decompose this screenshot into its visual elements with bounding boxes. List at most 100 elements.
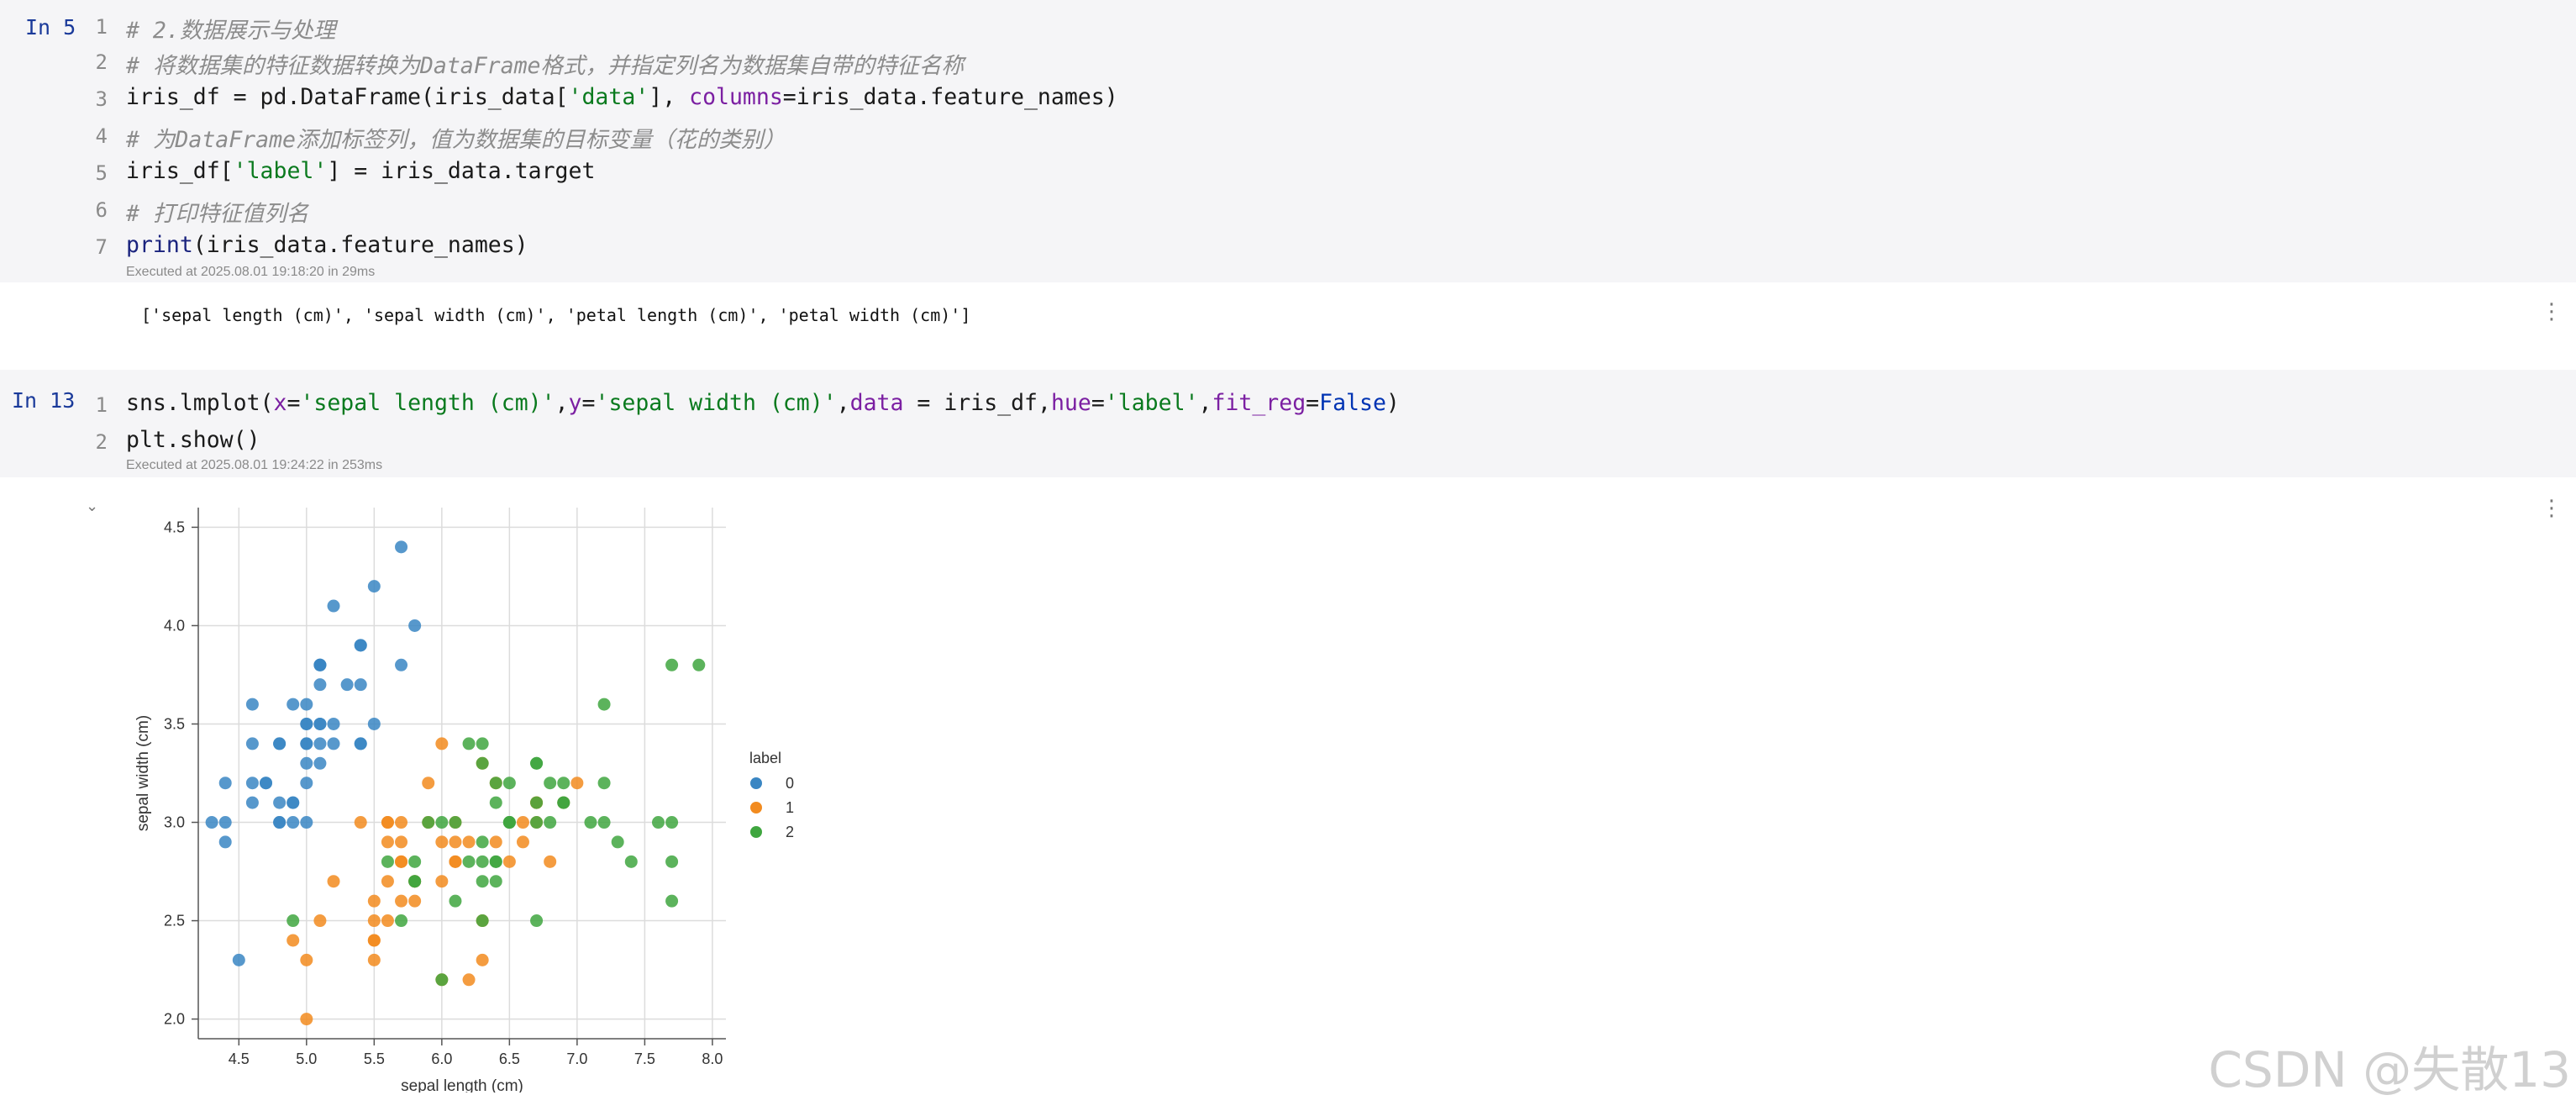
code-line[interactable]: iris_df = pd.DataFrame(iris_data['data']… <box>126 84 1118 110</box>
x-tick-label: 5.0 <box>296 1050 317 1067</box>
code-cell-1-input[interactable]: In 5 1 # 2.数据展示与处理 2 # 将数据集的特征数据转换为DataFram… <box>0 0 2576 282</box>
point-label-0 <box>245 698 259 711</box>
code-token: # 打印特征值列名 <box>126 201 309 227</box>
code-line[interactable]: sns.lmplot(x='sepal length (cm)',y='sepa… <box>126 390 1400 416</box>
code-token: , <box>1198 390 1212 416</box>
point-label-1 <box>381 816 394 829</box>
y-tick-label: 2.0 <box>164 1011 185 1028</box>
point-label-0 <box>354 678 367 692</box>
code-token: sns.lmplot( <box>126 390 274 416</box>
code-token: 'label' <box>1104 390 1199 416</box>
point-label-2 <box>422 816 435 829</box>
line-number: 3 <box>95 87 108 111</box>
code-line[interactable]: print(iris_data.feature_names) <box>126 232 528 258</box>
point-label-2 <box>557 796 570 809</box>
point-label-1 <box>381 835 394 849</box>
code-line[interactable]: iris_df['label'] = iris_data.target <box>126 158 595 184</box>
point-label-0 <box>232 953 245 966</box>
x-tick-label: 7.5 <box>634 1050 655 1067</box>
point-label-2 <box>489 875 502 888</box>
cell-1-prompt: In 5 <box>25 15 76 39</box>
point-label-0 <box>245 777 259 790</box>
point-label-2 <box>665 855 679 868</box>
code-cell-2-input[interactable]: In 13 1 sns.lmplot(x = 'sepal length (cm)',… <box>0 370 2576 477</box>
point-label-0 <box>313 678 327 692</box>
legend-marker-0 <box>750 777 762 789</box>
point-label-2 <box>624 855 638 868</box>
legend-label: 1 <box>786 799 794 816</box>
point-label-2 <box>665 816 679 829</box>
legend-marker-1 <box>750 802 762 814</box>
point-label-2 <box>381 855 394 868</box>
point-label-1 <box>435 835 449 849</box>
line-number: 2 <box>95 430 108 454</box>
point-label-0 <box>313 756 327 770</box>
scatter-plot: 4.5 5.0 5.5 6.0 6.5 7.0 7.5 8.0 2.0 2.5 3.0 3.5 4.0 4… <box>134 508 794 1093</box>
point-label-0 <box>300 756 313 770</box>
point-label-0 <box>395 540 408 554</box>
point-label-2 <box>530 796 544 809</box>
point-label-0 <box>260 777 273 790</box>
point-label-0 <box>273 737 287 750</box>
code-token: 'label' <box>233 158 328 184</box>
point-label-1 <box>570 777 584 790</box>
line-number: 1 <box>95 393 108 417</box>
point-label-2 <box>544 777 557 790</box>
legend-title: label <box>749 750 781 766</box>
point-label-1 <box>462 835 476 849</box>
point-label-0 <box>205 816 218 829</box>
point-label-1 <box>449 835 462 849</box>
code-token: 'sepal length (cm)' <box>300 390 555 416</box>
point-label-0 <box>340 678 354 692</box>
point-label-0 <box>313 737 327 750</box>
code-line[interactable]: # 2.数据展示与处理 <box>126 12 335 45</box>
point-label-1 <box>395 835 408 849</box>
point-label-1 <box>381 875 394 888</box>
point-label-2 <box>476 875 489 888</box>
code-token: x <box>273 390 287 416</box>
point-label-2 <box>502 777 516 790</box>
point-label-1 <box>462 973 476 987</box>
more-options-icon[interactable]: ⋮ <box>2541 301 2563 323</box>
code-token: ] = iris_data.target <box>327 158 596 184</box>
code-token: iris_df = pd.DataFrame(iris_data[ <box>126 84 569 110</box>
code-token: iris_df[ <box>126 158 234 184</box>
collapse-output-icon[interactable]: ⌄ <box>86 498 98 515</box>
point-label-1 <box>354 816 367 829</box>
point-label-0 <box>218 777 232 790</box>
point-label-2 <box>651 816 665 829</box>
point-label-2 <box>408 855 422 868</box>
point-label-1 <box>367 953 381 966</box>
point-label-2 <box>287 914 300 928</box>
point-label-0 <box>287 796 300 809</box>
point-label-2 <box>597 698 611 711</box>
point-label-2 <box>476 914 489 928</box>
point-label-0 <box>327 717 340 730</box>
point-label-1 <box>435 875 449 888</box>
point-label-0 <box>245 796 259 809</box>
point-label-1 <box>300 1013 313 1026</box>
code-token: 'sepal width (cm)' <box>595 390 837 416</box>
code-line[interactable]: # 为DataFrame添加标签列，值为数据集的目标变量（花的类别） <box>126 121 786 154</box>
point-label-0 <box>327 599 340 613</box>
point-label-1 <box>544 855 557 868</box>
code-token: =iris_data.feature_names) <box>782 84 1118 110</box>
code-token: (iris_data.feature_names) <box>192 232 528 258</box>
point-label-0 <box>287 816 300 829</box>
point-label-2 <box>611 835 624 849</box>
point-label-2 <box>476 756 489 770</box>
code-line[interactable]: # 打印特征值列名 <box>126 195 308 228</box>
code-token: 'data' <box>568 84 649 110</box>
feature-names-output: ['sepal length (cm)', 'sepal width (cm)'… <box>141 305 971 325</box>
point-label-2 <box>476 855 489 868</box>
code-line[interactable]: plt.show() <box>126 427 260 453</box>
point-label-1 <box>489 835 502 849</box>
code-token: y <box>568 390 582 416</box>
point-label-2 <box>476 835 489 849</box>
point-label-2 <box>435 973 449 987</box>
more-options-icon[interactable]: ⋮ <box>2541 498 2563 519</box>
code-token: # 为DataFrame添加标签列，值为数据集的目标变量（花的类别） <box>126 127 786 153</box>
code-token: = <box>581 390 596 416</box>
code-line[interactable]: # 将数据集的特征数据转换为DataFrame格式，并指定列名为数据集自带的特征… <box>126 47 964 80</box>
cell-2-prompt: In 13 <box>12 388 76 413</box>
